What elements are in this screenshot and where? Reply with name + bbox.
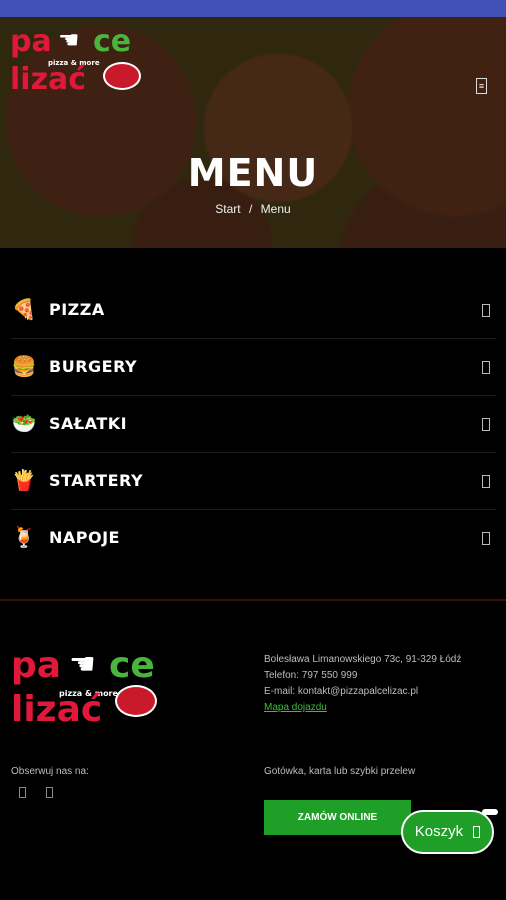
drink-icon: 🍹	[11, 527, 37, 549]
page-title: MENU	[187, 151, 319, 195]
pizza-slice-icon: 🍕	[11, 299, 37, 321]
hand-icon: ☚	[69, 647, 96, 682]
logo-text-lizac: lizać	[10, 62, 87, 97]
category-napoje[interactable]: 🍹 NAPOJE	[11, 510, 496, 566]
breadcrumb: Start / Menu	[0, 202, 506, 216]
category-list: 🍕 PIZZA 🍔 BURGERY 🥗 SAŁATKI 🍟 STARTERY 🍹…	[11, 282, 496, 566]
instagram-icon[interactable]	[46, 787, 53, 798]
follow-label: Obserwuj nas na:	[11, 766, 89, 777]
cart-label: Koszyk	[414, 823, 464, 840]
category-label: STARTERY	[49, 471, 144, 490]
footer-logo: pa ☚ ce pizza & more lizać	[11, 645, 161, 745]
cart-button[interactable]: Koszyk	[401, 810, 494, 854]
hand-icon: ☚	[58, 26, 80, 54]
category-label: PIZZA	[49, 300, 105, 319]
logo-text-ce: ce	[109, 645, 155, 686]
logo-text-ce: ce	[93, 24, 132, 59]
cart-handle	[482, 809, 498, 815]
lips-icon	[115, 685, 157, 717]
order-online-button[interactable]: ZAMÓW ONLINE	[264, 800, 411, 835]
status-bar	[0, 0, 506, 17]
hamburger-icon[interactable]: ≡	[476, 78, 487, 94]
facebook-icon[interactable]	[19, 787, 26, 798]
breadcrumb-separator: /	[248, 202, 253, 216]
breadcrumb-start[interactable]: Start	[215, 202, 240, 216]
fries-icon: 🍟	[11, 470, 37, 492]
chevron-right-icon	[482, 418, 490, 431]
chevron-right-icon	[482, 532, 490, 545]
category-label: SAŁATKI	[49, 414, 128, 433]
chevron-right-icon	[482, 361, 490, 374]
phone-text[interactable]: Telefon: 797 550 999	[264, 668, 494, 684]
email-text[interactable]: E-mail: kontakt@pizzapalcelizac.pl	[264, 684, 494, 700]
burger-icon: 🍔	[11, 356, 37, 378]
logo-text-pa: pa	[11, 645, 62, 686]
logo-text-pa: pa	[10, 24, 52, 59]
cart-icon	[473, 826, 481, 839]
category-label: NAPOJE	[49, 528, 120, 547]
salad-icon: 🥗	[11, 413, 37, 435]
hero-banner: pa ☚ ce pizza & more lizać ≡ MENU Start …	[0, 17, 506, 248]
category-burgery[interactable]: 🍔 BURGERY	[11, 339, 496, 396]
category-label: BURGERY	[49, 357, 138, 376]
chevron-right-icon	[482, 304, 490, 317]
map-link[interactable]: Mapa dojazdu	[264, 700, 494, 716]
logo-text-lizac: lizać	[11, 689, 103, 730]
breadcrumb-current: Menu	[260, 202, 291, 216]
chevron-right-icon	[482, 475, 490, 488]
section-divider	[0, 599, 506, 601]
payment-info: Gotówka, karta lub szybki przelew	[264, 766, 416, 777]
category-salatki[interactable]: 🥗 SAŁATKI	[11, 396, 496, 453]
header-logo[interactable]: pa ☚ ce pizza & more lizać	[10, 24, 141, 114]
lips-icon	[103, 62, 141, 90]
category-startery[interactable]: 🍟 STARTERY	[11, 453, 496, 510]
address-text: Bolesława Limanowskiego 73c, 91-329 Łódź	[264, 654, 462, 665]
contact-info: Bolesława Limanowskiego 73c, 91-329 Łódź…	[264, 652, 494, 716]
category-pizza[interactable]: 🍕 PIZZA	[11, 282, 496, 339]
